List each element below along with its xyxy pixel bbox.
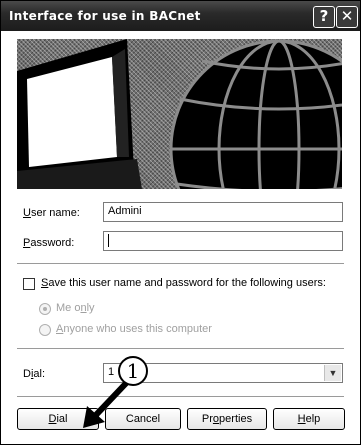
password-label: Password:: [23, 237, 75, 249]
close-button[interactable]: ✕: [336, 6, 358, 28]
anyone-label: Anyone who uses this computer: [56, 323, 212, 335]
window-title: Interface for use in BACnet: [9, 9, 201, 23]
dialog-window: Interface for use in BACnet ? ✕ User nam: [0, 0, 361, 445]
anyone-radio[interactable]: [39, 324, 51, 336]
save-credentials-label: Save this user name and password for the…: [41, 277, 326, 289]
chevron-down-icon[interactable]: ▼: [324, 365, 341, 381]
help-title-button[interactable]: ?: [313, 6, 335, 28]
separator-1: [17, 263, 344, 264]
separator-3: [17, 396, 344, 397]
username-label: User name:: [23, 207, 80, 219]
monitor-globe-illustration: [17, 39, 342, 189]
username-input[interactable]: Admini: [103, 202, 343, 222]
password-input[interactable]: [103, 231, 343, 251]
text-cursor: [108, 234, 109, 247]
radio-selected-dot: [43, 307, 47, 311]
step-marker: 1: [118, 356, 148, 386]
title-bar[interactable]: Interface for use in BACnet ? ✕: [1, 1, 360, 31]
properties-button[interactable]: Properties: [187, 408, 267, 430]
me-only-radio[interactable]: [39, 303, 51, 315]
separator-2: [17, 348, 344, 349]
me-only-label: Me only: [56, 302, 95, 314]
banner-image: [17, 39, 342, 189]
dial-label: Dial:: [23, 368, 46, 380]
save-credentials-checkbox[interactable]: [23, 278, 35, 290]
help-button[interactable]: Help: [273, 408, 345, 430]
